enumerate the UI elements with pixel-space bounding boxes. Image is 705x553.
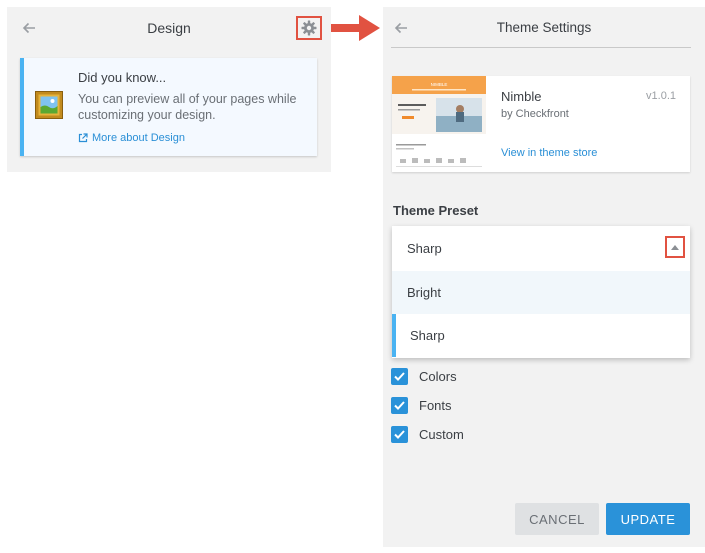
- preset-option-sharp[interactable]: Sharp: [392, 314, 690, 357]
- theme-preset-selected-value: Sharp: [407, 241, 442, 256]
- theme-thumbnail-brand: NIMBLE: [431, 82, 448, 87]
- theme-version: v1.0.1: [646, 90, 676, 102]
- checkbox-checked-icon[interactable]: [391, 367, 408, 385]
- checkbox-colors[interactable]: Colors: [391, 367, 457, 385]
- checkbox-checked-icon[interactable]: [391, 396, 408, 414]
- preset-option-label: Bright: [407, 285, 441, 300]
- view-in-theme-store-link[interactable]: View in theme store: [501, 147, 597, 159]
- checkbox-checked-icon[interactable]: [391, 425, 408, 443]
- tip-title: Did you know...: [78, 70, 167, 85]
- did-you-know-card: Did you know... You can preview all of y…: [20, 58, 317, 156]
- design-title: Design: [147, 20, 191, 36]
- tip-body: You can preview all of your pages while …: [78, 92, 297, 122]
- cancel-button[interactable]: CANCEL: [515, 503, 599, 535]
- checkbox-label: Colors: [419, 368, 457, 384]
- gear-icon: [301, 20, 317, 36]
- theme-preset-dropdown: Sharp Bright Sharp: [392, 226, 690, 358]
- arrow-right-icon: [331, 14, 381, 47]
- checkbox-fonts[interactable]: Fonts: [391, 396, 452, 414]
- design-panel-header: Design: [7, 7, 331, 49]
- checkbox-custom[interactable]: Custom: [391, 425, 464, 443]
- theme-thumbnail: NIMBLE: [392, 76, 486, 172]
- more-about-design-link[interactable]: More about Design: [78, 132, 185, 144]
- theme-author: by Checkfront: [501, 108, 569, 120]
- preset-option-bright[interactable]: Bright: [392, 271, 690, 314]
- settings-gear-button[interactable]: [296, 16, 322, 40]
- header-divider: [391, 47, 691, 48]
- theme-card: NIMBLE Nimble v1.0.1 by Checkfront View …: [392, 76, 690, 172]
- external-link-icon: [78, 133, 88, 143]
- caret-up-icon[interactable]: [665, 236, 685, 258]
- theme-preset-select[interactable]: Sharp: [392, 226, 690, 271]
- design-panel: Design Did you know... You can preview a…: [7, 7, 331, 172]
- more-about-design-label: More about Design: [92, 132, 185, 144]
- update-button[interactable]: UPDATE: [606, 503, 690, 535]
- checkbox-label: Fonts: [419, 397, 452, 413]
- preset-option-label: Sharp: [410, 328, 445, 343]
- picture-frame-icon: [35, 91, 63, 124]
- theme-settings-title: Theme Settings: [496, 20, 592, 35]
- theme-settings-panel: Theme Settings NIMBLE Nimble v1.0.1 by C…: [383, 7, 705, 547]
- theme-preset-label: Theme Preset: [393, 203, 479, 218]
- theme-name: Nimble: [501, 89, 542, 104]
- checkbox-label: Custom: [419, 426, 464, 442]
